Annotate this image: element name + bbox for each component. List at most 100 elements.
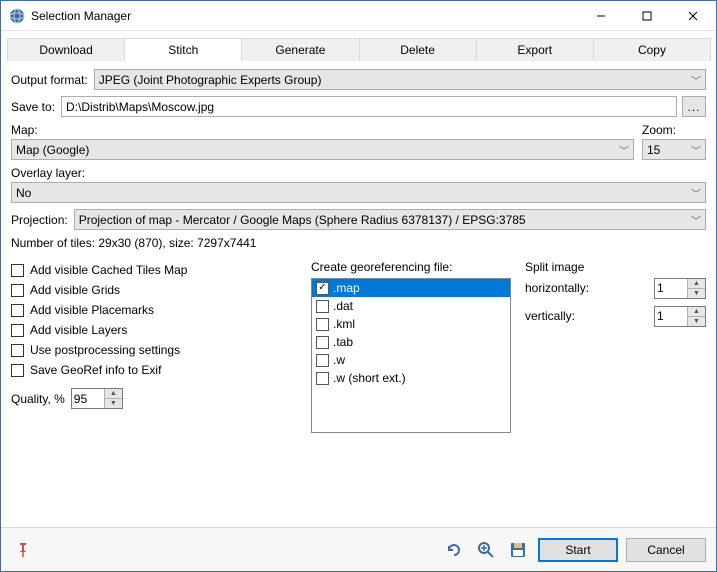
save-to-input-wrapper xyxy=(61,96,677,117)
tab-copy[interactable]: Copy xyxy=(593,38,711,61)
reset-icon[interactable] xyxy=(442,538,466,562)
browse-button[interactable]: ... xyxy=(682,96,706,117)
split-h-label: horizontally: xyxy=(525,281,605,295)
tab-delete[interactable]: Delete xyxy=(359,38,477,61)
spinner-buttons: ▲ ▼ xyxy=(104,389,122,408)
check-placemarks[interactable]: Add visible Placemarks xyxy=(11,300,301,320)
split-label: Split image xyxy=(525,260,706,274)
georef-item-map[interactable]: .map xyxy=(312,279,510,297)
check-georef-exif-label: Save GeoRef info to Exif xyxy=(30,363,161,377)
overlay-select[interactable]: No ﹀ xyxy=(11,182,706,203)
check-cached[interactable]: Add visible Cached Tiles Map xyxy=(11,260,301,280)
quality-label: Quality, % xyxy=(11,392,65,406)
tab-download[interactable]: Download xyxy=(7,38,125,61)
georef-label: Create georeferencing file: xyxy=(311,260,511,274)
zoom-icon[interactable] xyxy=(474,538,498,562)
overlay-value: No xyxy=(16,186,31,200)
spin-up[interactable]: ▲ xyxy=(688,307,705,317)
checkbox-icon xyxy=(316,354,329,367)
quality-spinner[interactable]: ▲ ▼ xyxy=(71,388,123,409)
georef-item-dat[interactable]: .dat xyxy=(312,297,510,315)
tab-export[interactable]: Export xyxy=(476,38,594,61)
zoom-select[interactable]: 15 ﹀ xyxy=(642,139,706,160)
projection-select[interactable]: Projection of map - Mercator / Google Ma… xyxy=(74,209,706,230)
check-georef-exif[interactable]: Save GeoRef info to Exif xyxy=(11,360,301,380)
close-button[interactable] xyxy=(670,1,716,30)
spin-up[interactable]: ▲ xyxy=(688,279,705,289)
checkbox-icon xyxy=(11,304,24,317)
chevron-down-icon: ﹀ xyxy=(691,142,701,157)
start-button[interactable]: Start xyxy=(538,538,618,562)
spinner-buttons: ▲ ▼ xyxy=(687,307,705,326)
georef-item-tab[interactable]: .tab xyxy=(312,333,510,351)
georef-item-kml[interactable]: .kml xyxy=(312,315,510,333)
maximize-button[interactable] xyxy=(624,1,670,30)
checkbox-icon xyxy=(11,284,24,297)
check-postproc[interactable]: Use postprocessing settings xyxy=(11,340,301,360)
split-v-label: vertically: xyxy=(525,309,605,323)
quality-input[interactable] xyxy=(72,389,104,408)
spin-down[interactable]: ▼ xyxy=(688,289,705,298)
check-grids-label: Add visible Grids xyxy=(30,283,120,297)
map-value: Map (Google) xyxy=(16,143,89,157)
check-layers-label: Add visible Layers xyxy=(30,323,127,337)
check-cached-label: Add visible Cached Tiles Map xyxy=(30,263,187,277)
titlebar: Selection Manager xyxy=(1,1,716,31)
checkbox-icon xyxy=(316,372,329,385)
tile-info: Number of tiles: 29x30 (870), size: 7297… xyxy=(11,236,706,250)
content-panel: Output format: JPEG (Joint Photographic … xyxy=(1,61,716,527)
checkbox-icon xyxy=(316,318,329,331)
tab-generate[interactable]: Generate xyxy=(241,38,359,61)
chevron-down-icon: ﹀ xyxy=(619,142,629,157)
checkbox-icon xyxy=(316,282,329,295)
chevron-down-icon: ﹀ xyxy=(691,72,701,87)
pin-icon[interactable] xyxy=(11,538,35,562)
save-icon[interactable] xyxy=(506,538,530,562)
georef-item-w[interactable]: .w xyxy=(312,351,510,369)
georef-item-label: .map xyxy=(333,281,360,295)
check-placemarks-label: Add visible Placemarks xyxy=(30,303,154,317)
check-layers[interactable]: Add visible Layers xyxy=(11,320,301,340)
checkbox-icon xyxy=(11,364,24,377)
map-label: Map: xyxy=(11,123,634,137)
save-to-label: Save to: xyxy=(11,100,55,114)
chevron-down-icon: ﹀ xyxy=(691,185,701,200)
georef-item-label: .w (short ext.) xyxy=(333,371,406,385)
split-h-input[interactable] xyxy=(655,279,687,298)
cancel-button[interactable]: Cancel xyxy=(626,538,706,562)
spin-down[interactable]: ▼ xyxy=(105,399,122,408)
checkbox-icon xyxy=(316,336,329,349)
georef-item-label: .kml xyxy=(333,317,355,331)
save-to-input[interactable] xyxy=(66,97,672,116)
spin-down[interactable]: ▼ xyxy=(688,317,705,326)
split-v-input[interactable] xyxy=(655,307,687,326)
projection-label: Projection: xyxy=(11,213,68,227)
chevron-down-icon: ﹀ xyxy=(691,212,701,227)
window: Selection Manager Download Stitch Genera… xyxy=(0,0,717,572)
output-format-select[interactable]: JPEG (Joint Photographic Experts Group) … xyxy=(94,69,706,90)
georef-item-label: .w xyxy=(333,353,345,367)
footer: Start Cancel xyxy=(1,527,716,571)
app-icon xyxy=(9,8,25,24)
split-v-spinner[interactable]: ▲ ▼ xyxy=(654,306,706,327)
checkbox-icon xyxy=(11,344,24,357)
overlay-label: Overlay layer: xyxy=(11,166,85,180)
spinner-buttons: ▲ ▼ xyxy=(687,279,705,298)
georef-item-label: .tab xyxy=(333,335,353,349)
tab-stitch[interactable]: Stitch xyxy=(124,38,242,61)
minimize-button[interactable] xyxy=(578,1,624,30)
check-grids[interactable]: Add visible Grids xyxy=(11,280,301,300)
georef-item-label: .dat xyxy=(333,299,353,313)
georef-list[interactable]: .map .dat .kml .tab xyxy=(311,278,511,433)
checkbox-icon xyxy=(11,264,24,277)
zoom-value: 15 xyxy=(647,143,660,157)
spin-up[interactable]: ▲ xyxy=(105,389,122,399)
window-title: Selection Manager xyxy=(31,9,578,23)
check-postproc-label: Use postprocessing settings xyxy=(30,343,180,357)
map-select[interactable]: Map (Google) ﹀ xyxy=(11,139,634,160)
tab-strip: Download Stitch Generate Delete Export C… xyxy=(7,37,710,61)
split-h-spinner[interactable]: ▲ ▼ xyxy=(654,278,706,299)
checkbox-icon xyxy=(11,324,24,337)
output-format-value: JPEG (Joint Photographic Experts Group) xyxy=(99,73,322,87)
georef-item-wshort[interactable]: .w (short ext.) xyxy=(312,369,510,387)
